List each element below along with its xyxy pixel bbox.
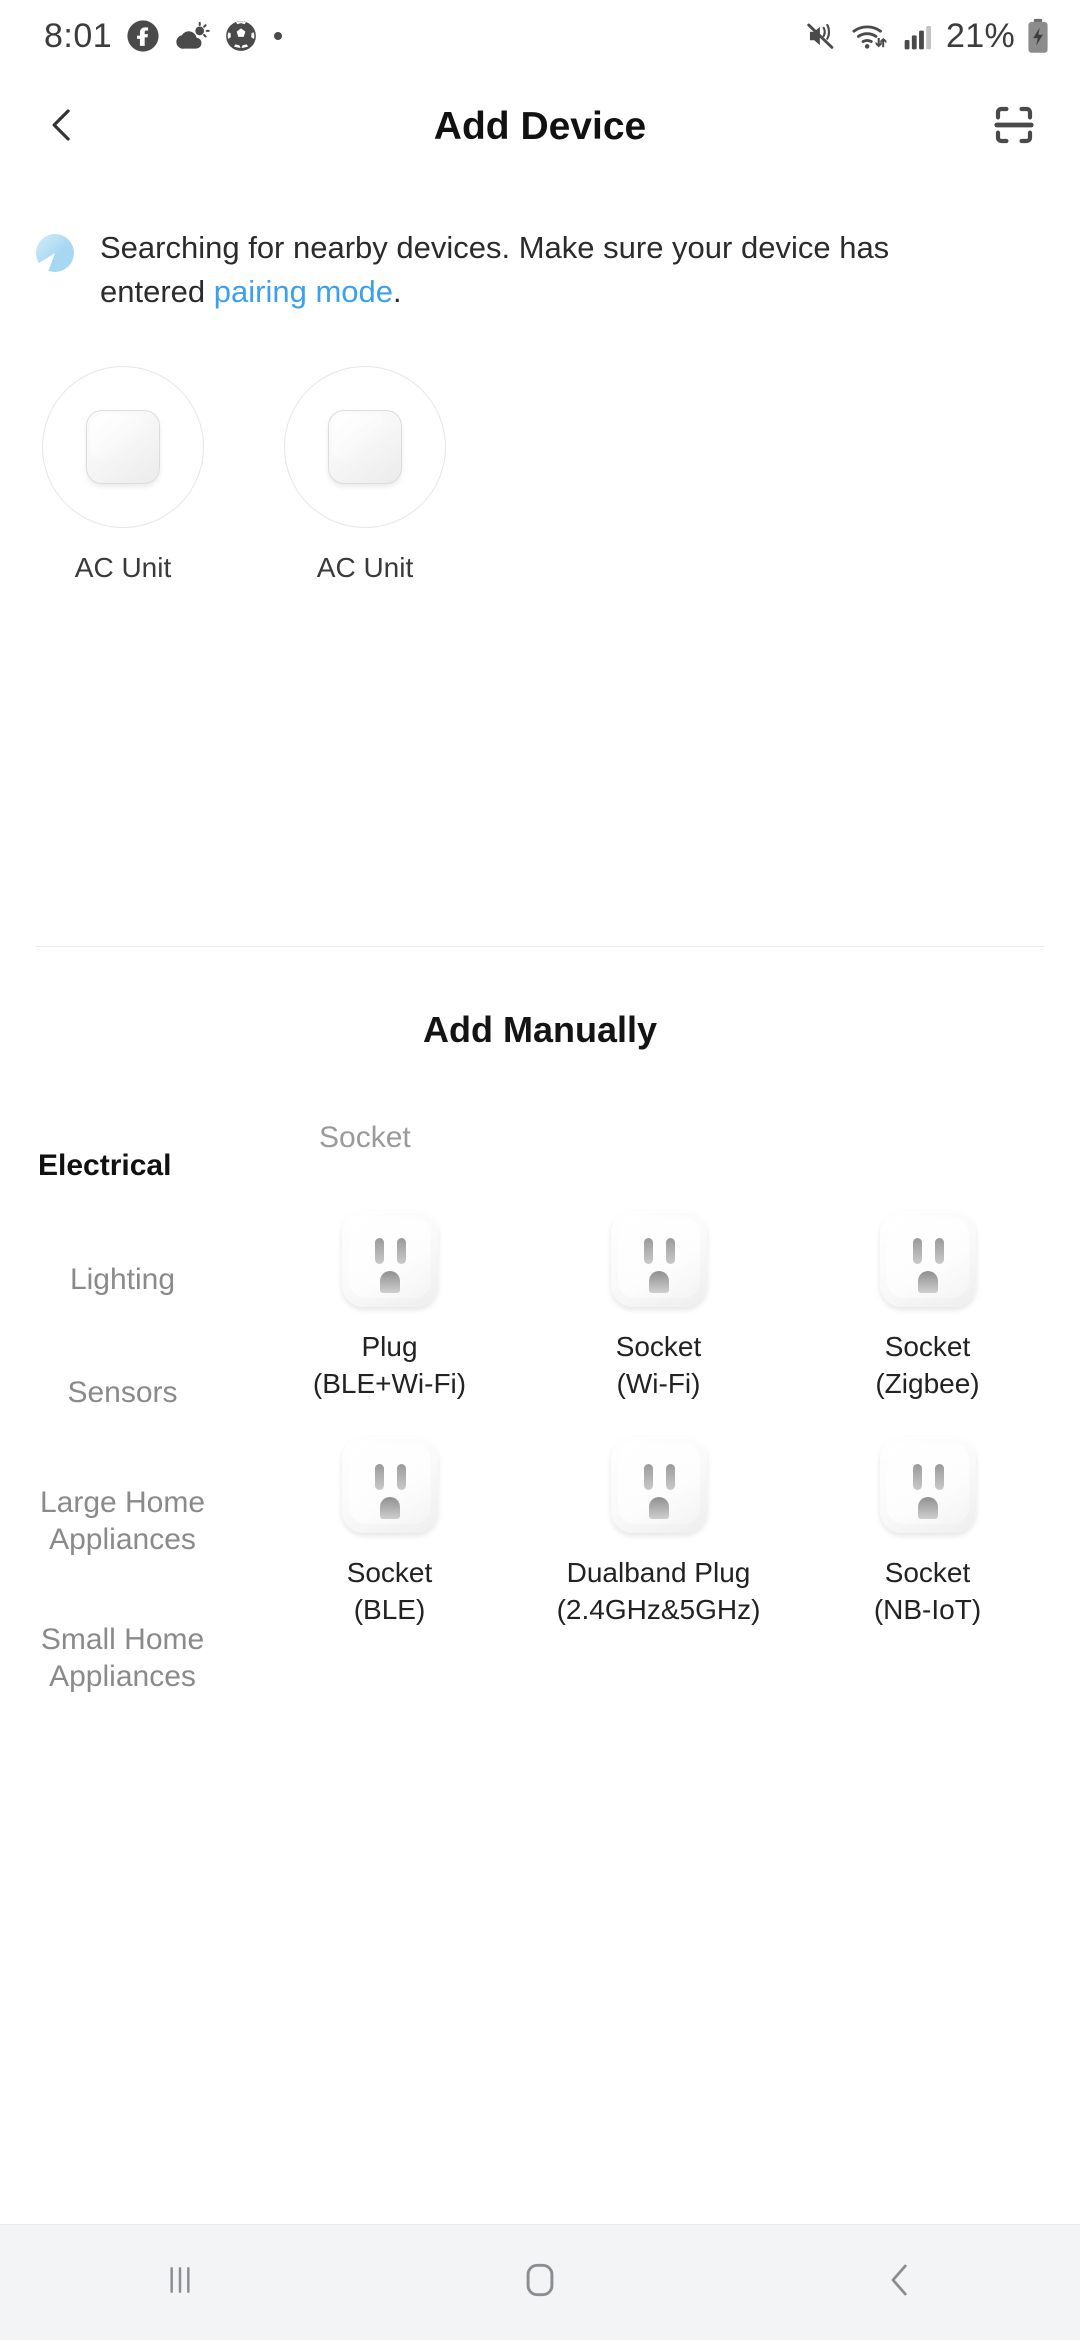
device-tile-dualband-plug[interactable]: Dualband Plug (2.4GHz&5GHz) xyxy=(524,1436,793,1629)
device-panel: Socket Plug (BLE+Wi-Fi) Socket (Wi-Fi) S… xyxy=(245,1121,1080,1741)
status-bar: 8:01 21% xyxy=(0,0,1080,72)
searching-notice: Searching for nearby devices. Make sure … xyxy=(0,182,1080,314)
device-tile-socket-zigbee[interactable]: Socket (Zigbee) xyxy=(793,1211,1062,1403)
device-name: Socket xyxy=(884,1556,971,1588)
device-name: Socket xyxy=(615,1331,702,1363)
found-device-circle xyxy=(42,366,204,529)
android-navigation-bar xyxy=(0,2224,1080,2340)
page-title: Add Device xyxy=(433,105,647,148)
device-tile-label: Socket (Wi-Fi) xyxy=(616,1329,702,1403)
device-protocol: (BLE) xyxy=(353,1593,426,1625)
device-protocol: (2.4GHz&5GHz) xyxy=(556,1593,761,1625)
device-tile-label: Socket (Zigbee) xyxy=(875,1329,979,1403)
sidebar-item-sensors[interactable]: Sensors xyxy=(0,1374,245,1412)
chevron-left-icon xyxy=(41,104,83,151)
found-device-item[interactable]: AC Unit xyxy=(42,366,204,584)
nav-back-icon xyxy=(879,2259,921,2306)
device-name: Dualband Plug xyxy=(566,1556,751,1588)
found-device-item[interactable]: AC Unit xyxy=(284,366,446,584)
device-tile-socket-ble[interactable]: Socket (BLE) xyxy=(255,1436,524,1629)
category-sidebar: Electrical Lighting Sensors Large Home A… xyxy=(0,1121,245,1741)
device-name: Plug xyxy=(361,1331,418,1363)
cellular-signal-icon xyxy=(901,20,935,52)
device-tile-label: Socket (BLE) xyxy=(347,1555,433,1629)
battery-charging-icon xyxy=(1026,18,1050,54)
scan-qr-icon xyxy=(990,101,1038,154)
device-tile-socket-nbiot[interactable]: Socket (NB-IoT) xyxy=(793,1436,1062,1629)
facebook-icon xyxy=(126,19,160,53)
add-manually-body: Electrical Lighting Sensors Large Home A… xyxy=(0,1121,1080,1741)
device-tile-socket-wifi[interactable]: Socket (Wi-Fi) xyxy=(524,1211,793,1403)
sidebar-item-large-home-appliances[interactable]: Large Home Appliances xyxy=(0,1484,245,1559)
device-name: Socket xyxy=(346,1556,433,1588)
found-device-label: AC Unit xyxy=(74,552,172,584)
status-bar-right: 21% xyxy=(805,17,1050,56)
device-tile-plug-ble-wifi[interactable]: Plug (BLE+Wi-Fi) xyxy=(255,1211,524,1403)
mute-vibrate-icon xyxy=(805,19,839,53)
ac-unit-device-icon xyxy=(86,410,160,485)
status-bar-clock: 8:01 xyxy=(44,16,113,55)
device-panel-header: Socket xyxy=(319,1121,411,1155)
soccer-ball-icon xyxy=(224,19,258,53)
found-devices-list: AC Unit AC Unit xyxy=(0,314,1080,584)
wifi-icon xyxy=(850,19,890,53)
socket-outlet-icon xyxy=(610,1211,707,1308)
socket-outlet-icon xyxy=(341,1436,438,1533)
loading-spinner-icon xyxy=(36,234,74,272)
found-device-label: AC Unit xyxy=(316,552,414,584)
recents-icon xyxy=(160,2260,200,2305)
device-name: Socket xyxy=(884,1331,971,1363)
dot-icon xyxy=(272,30,284,42)
device-tile-label: Plug (BLE+Wi-Fi) xyxy=(313,1329,466,1403)
app-header: Add Device xyxy=(0,72,1080,182)
recents-button[interactable] xyxy=(120,2225,240,2341)
home-button[interactable] xyxy=(480,2225,600,2341)
socket-outlet-icon xyxy=(610,1436,707,1533)
nav-back-button[interactable] xyxy=(840,2225,960,2341)
socket-outlet-icon xyxy=(879,1436,976,1533)
device-tile-label: Dualband Plug (2.4GHz&5GHz) xyxy=(557,1555,761,1629)
notice-text-after: . xyxy=(392,274,402,310)
socket-outlet-icon xyxy=(341,1211,438,1308)
device-protocol: (Wi-Fi) xyxy=(616,1367,701,1399)
section-divider xyxy=(36,946,1044,948)
scan-button[interactable] xyxy=(982,95,1046,159)
pairing-mode-link[interactable]: pairing mode xyxy=(214,274,393,309)
sidebar-item-lighting[interactable]: Lighting xyxy=(0,1261,245,1299)
back-button[interactable] xyxy=(30,95,94,159)
home-icon xyxy=(518,2258,562,2307)
sidebar-item-small-home-appliances[interactable]: Small Home Appliances xyxy=(0,1621,245,1696)
battery-percent-label: 21% xyxy=(946,16,1015,55)
status-bar-left: 8:01 xyxy=(44,17,284,56)
device-tile-label: Socket (NB-IoT) xyxy=(874,1555,981,1629)
found-device-circle xyxy=(284,366,446,529)
weather-icon xyxy=(174,19,210,53)
device-protocol: (BLE+Wi-Fi) xyxy=(312,1367,467,1399)
device-grid: Plug (BLE+Wi-Fi) Socket (Wi-Fi) Socket (… xyxy=(245,1211,1062,1629)
device-protocol: (Zigbee) xyxy=(875,1367,980,1399)
sidebar-item-electrical[interactable]: Electrical xyxy=(0,1147,245,1185)
socket-outlet-icon xyxy=(879,1211,976,1308)
ac-unit-device-icon xyxy=(328,410,402,485)
add-manually-title: Add Manually xyxy=(422,1009,658,1051)
searching-notice-text: Searching for nearby devices. Make sure … xyxy=(100,226,940,314)
device-protocol: (NB-IoT) xyxy=(873,1593,982,1625)
